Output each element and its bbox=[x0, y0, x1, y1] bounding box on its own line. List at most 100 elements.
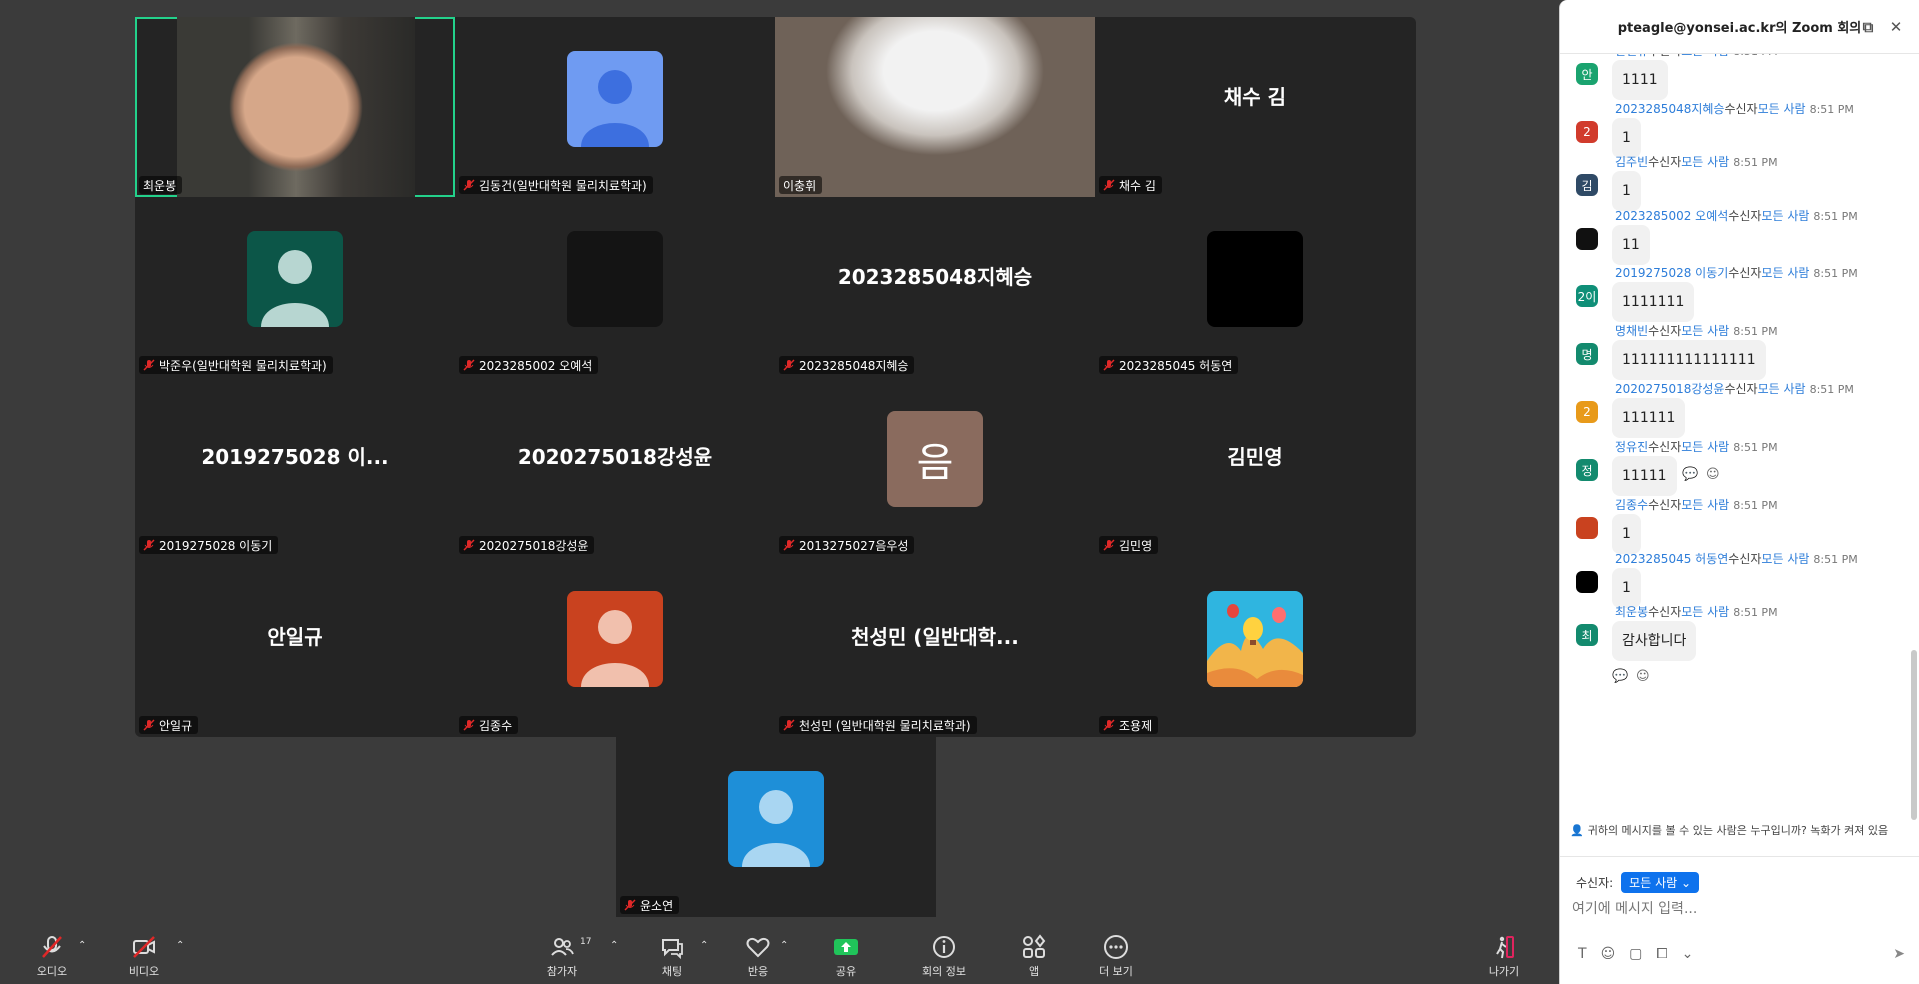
message-time: 8:51 PM bbox=[1813, 553, 1858, 566]
mic-muted-icon bbox=[1103, 719, 1115, 731]
participants-options-caret[interactable]: ⌃ bbox=[610, 940, 622, 954]
participant-tile[interactable]: 2019275028 이... 2019275028 이동기 bbox=[135, 377, 455, 557]
participant-tile[interactable]: 김동건(일반대학원 물리치료학과) bbox=[455, 17, 775, 197]
reactions-options-caret[interactable]: ⌃ bbox=[780, 940, 792, 954]
sender-name[interactable]: 정유진 bbox=[1615, 440, 1648, 454]
chat-message-input[interactable] bbox=[1572, 896, 1902, 922]
recipient-selector[interactable]: 모든 사람 ⌄ bbox=[1621, 872, 1700, 893]
sender-name[interactable]: 김주빈 bbox=[1615, 155, 1648, 169]
participant-tile[interactable]: 천성민 (일반대학... 천성민 (일반대학원 물리치료학과) bbox=[775, 557, 1095, 737]
apps-button[interactable]: 앱 bbox=[1002, 928, 1066, 984]
sender-name[interactable]: 2023285045 허동연 bbox=[1615, 552, 1728, 566]
person-icon bbox=[728, 771, 824, 867]
chat-options-caret[interactable]: ⌃ bbox=[700, 940, 712, 954]
recipient-row: 수신자: 모든 사람 ⌄ bbox=[1576, 872, 1700, 893]
participant-tile[interactable]: 채수 김 채수 김 bbox=[1095, 17, 1415, 197]
message-time: 8:51 PM bbox=[1733, 606, 1778, 619]
participant-tile[interactable]: 김민영 김민영 bbox=[1095, 377, 1415, 557]
participant-tile[interactable]: 이충휘 bbox=[775, 17, 1095, 197]
participant-avatar bbox=[1207, 591, 1303, 687]
sender-name[interactable]: 2020275018강성윤 bbox=[1615, 382, 1724, 396]
divider bbox=[1560, 856, 1919, 857]
reactions-button[interactable]: 반응 bbox=[726, 928, 790, 984]
mic-muted-icon bbox=[1103, 179, 1115, 191]
share-button[interactable]: 공유 bbox=[814, 928, 878, 984]
participant-name: 안일규 bbox=[159, 718, 193, 733]
participant-name-tag: 2023285048지혜승 bbox=[779, 356, 915, 374]
participant-name-tag: 김민영 bbox=[1099, 536, 1159, 554]
participant-name: 윤소연 bbox=[640, 898, 674, 913]
participant-name-tag: 안일규 bbox=[139, 716, 199, 734]
message-bubble: 1 bbox=[1612, 514, 1641, 554]
popout-icon[interactable]: ⧉ bbox=[1859, 18, 1877, 36]
chevron-down-icon[interactable]: ⌄ bbox=[1682, 946, 1694, 962]
balloon-landscape-image bbox=[1207, 591, 1303, 687]
file-icon[interactable]: ▢ bbox=[1629, 946, 1642, 962]
participant-display-name: 2020275018강성윤 bbox=[517, 445, 713, 469]
sender-avatar: 최 bbox=[1576, 624, 1598, 646]
chat-button[interactable]: 채팅 bbox=[640, 928, 704, 984]
participant-tile[interactable]: 2023285045 허동연 bbox=[1095, 197, 1415, 377]
person-icon bbox=[567, 591, 663, 687]
participant-tile[interactable]: 2023285048지혜승 2023285048지혜승 bbox=[775, 197, 1095, 377]
reply-icon[interactable]: 💬 bbox=[1612, 669, 1628, 684]
participant-name-tag: 이충휘 bbox=[779, 176, 823, 194]
message-header: 김주빈수신자모든 사람 8:51 PM bbox=[1615, 155, 1778, 169]
participant-name: 김민영 bbox=[1119, 538, 1153, 553]
participant-name: 이충휘 bbox=[783, 178, 817, 193]
meeting-info-button[interactable]: 회의 정보 bbox=[912, 928, 976, 984]
send-icon[interactable]: ➤ bbox=[1893, 946, 1905, 962]
chat-title: pteagle@yonsei.ac.kr의 Zoom 회의 bbox=[1617, 21, 1862, 36]
leave-button[interactable]: 나가기 bbox=[1472, 928, 1536, 984]
message-bubble: 1 bbox=[1612, 171, 1641, 211]
participant-name: 채수 김 bbox=[1119, 178, 1156, 193]
video-button[interactable]: 비디오 bbox=[112, 928, 176, 984]
participant-tile[interactable]: 안일규 안일규 bbox=[135, 557, 455, 737]
video-grid: 최운봉 김동건(일반대학원 물리치료학과) 이충휘 채수 김 채수 김박준우(일반대학원… bbox=[135, 17, 1416, 737]
audio-options-caret[interactable]: ⌃ bbox=[78, 940, 90, 954]
participant-display-name: 2023285048지혜승 bbox=[837, 265, 1033, 289]
message-header: 2019275028 이동기수신자모든 사람 8:51 PM bbox=[1615, 266, 1858, 280]
text-format-icon[interactable]: T bbox=[1578, 946, 1587, 962]
audio-button[interactable]: 오디오 bbox=[20, 928, 84, 984]
message-bubble: 1 bbox=[1612, 118, 1641, 158]
reply-icon[interactable]: 💬 bbox=[1682, 467, 1698, 482]
sender-avatar: 안 bbox=[1576, 63, 1598, 85]
sender-name[interactable]: 안일규 bbox=[1615, 54, 1648, 58]
video-options-caret[interactable]: ⌃ bbox=[176, 940, 188, 954]
participant-name: 김종수 bbox=[479, 718, 513, 733]
close-icon[interactable]: ✕ bbox=[1887, 18, 1905, 36]
participant-tile[interactable]: 박준우(일반대학원 물리치료학과) bbox=[135, 197, 455, 377]
sender-name[interactable]: 최운봉 bbox=[1615, 605, 1648, 619]
chat-scrollbar[interactable] bbox=[1911, 650, 1917, 820]
participant-tile-extra[interactable]: 윤소연 bbox=[616, 737, 936, 917]
sender-name[interactable]: 2023285048지혜승 bbox=[1615, 102, 1724, 116]
participant-tile[interactable]: 2023285002 오예석 bbox=[455, 197, 775, 377]
more-button[interactable]: 더 보기 bbox=[1084, 928, 1148, 984]
sender-name[interactable]: 명채빈 bbox=[1615, 324, 1648, 338]
participant-tile[interactable]: 2020275018강성윤 2020275018강성윤 bbox=[455, 377, 775, 557]
chat-message-list[interactable]: 안안일규수신자모든 사람8:51 PM111122023285048지혜승수신자… bbox=[1560, 54, 1919, 824]
message-header: 명채빈수신자모든 사람 8:51 PM bbox=[1615, 324, 1778, 338]
screenshot-icon[interactable]: ⧠ bbox=[1656, 946, 1667, 962]
participant-tile[interactable]: 조용제 bbox=[1095, 557, 1415, 737]
privacy-note[interactable]: 👤 귀하의 메시지를 볼 수 있는 사람은 누구입니까? 녹화가 켜져 있음 bbox=[1570, 824, 1911, 838]
message-header: 2023285002 오예석수신자모든 사람 8:51 PM bbox=[1615, 209, 1858, 223]
sender-name[interactable]: 2023285002 오예석 bbox=[1615, 209, 1728, 223]
participant-tile[interactable]: 최운봉 bbox=[135, 17, 455, 197]
heart-icon bbox=[746, 937, 770, 958]
emoji-reaction-icon[interactable]: ☺ bbox=[1706, 467, 1720, 482]
participant-tile[interactable]: 김종수 bbox=[455, 557, 775, 737]
participant-tile[interactable]: 음 2013275027음우성 bbox=[775, 377, 1095, 557]
sender-name[interactable]: 2019275028 이동기 bbox=[1615, 266, 1728, 280]
message-header: 최운봉수신자모든 사람 8:51 PM bbox=[1615, 605, 1778, 619]
sender-name[interactable]: 김종수 bbox=[1615, 498, 1648, 512]
chat-tools: T ☺ ▢ ⧠ ⌄ bbox=[1578, 946, 1693, 962]
emoji-icon[interactable]: ☺ bbox=[1601, 946, 1616, 962]
participant-name-tag: 2019275028 이동기 bbox=[139, 536, 279, 554]
participant-display-name: 김민영 bbox=[1227, 445, 1283, 469]
message-time: 8:51 PM bbox=[1809, 103, 1854, 116]
emoji-reaction-icon[interactable]: ☺ bbox=[1636, 669, 1650, 684]
sender-avatar bbox=[1576, 571, 1598, 593]
participant-display-name: 천성민 (일반대학... bbox=[851, 625, 1019, 649]
